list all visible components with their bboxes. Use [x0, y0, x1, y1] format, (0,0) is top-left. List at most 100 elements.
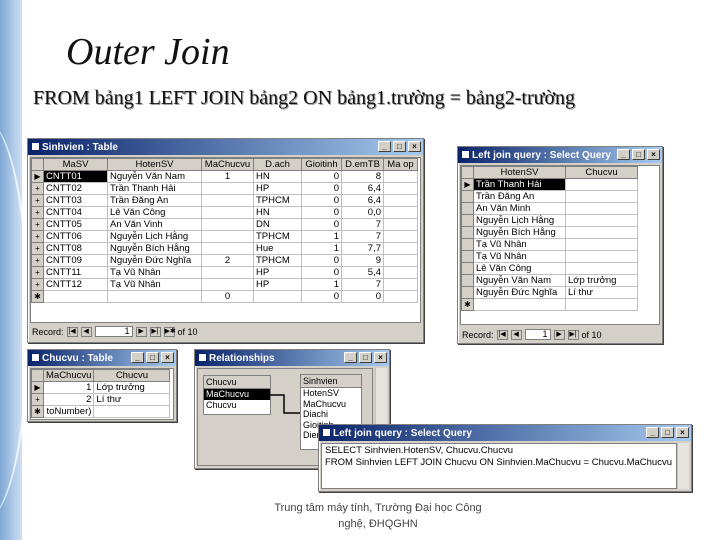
left-join-datasheet[interactable]: HotenSV Chucvu ▶ Trần Thanh Hải Trần Đăng …	[460, 165, 660, 325]
row-selector[interactable]: +	[31, 393, 44, 406]
cell-gioitinh[interactable]: 0	[301, 170, 342, 183]
cell-masv[interactable]: CNTT02	[43, 182, 108, 195]
next-record-button[interactable]: ▶	[553, 329, 565, 340]
cell-masv[interactable]: CNTT05	[43, 218, 108, 231]
cell-gioitinh[interactable]: 0	[301, 290, 342, 303]
table-row[interactable]: ✱ 0 0 0	[31, 290, 418, 303]
field-item[interactable]: MaChucvu	[301, 399, 361, 410]
row-selector[interactable]	[461, 274, 474, 287]
cell-hotensv[interactable]: Trần Đăng An	[107, 194, 202, 207]
row-selector[interactable]	[461, 262, 474, 275]
table-row[interactable]: Tạ Vũ Nhân	[461, 250, 638, 263]
cell-malop[interactable]	[383, 182, 418, 195]
cell-machucvu[interactable]	[201, 242, 254, 255]
row-selector[interactable]: +	[31, 182, 44, 195]
record-number-input[interactable]: 1	[524, 329, 551, 340]
cell-chucvu[interactable]: Lí thư	[565, 286, 638, 299]
table-row[interactable]: Lê Văn Công	[461, 262, 638, 275]
new-record-button[interactable]: ▶✱	[163, 326, 176, 337]
table-row[interactable]: +2 Lí thư	[31, 393, 171, 406]
cell-masv[interactable]: CNTT04	[43, 206, 108, 219]
row-selector[interactable]: +	[31, 266, 44, 279]
cell-hotensv[interactable]: Nguyễn Lịch Hằng	[107, 230, 202, 243]
cell-machucvu[interactable]	[201, 206, 254, 219]
record-number-input[interactable]: 1	[94, 326, 133, 337]
table-row[interactable]: Tạ Vũ Nhân	[461, 238, 638, 251]
cell-malop[interactable]	[383, 254, 418, 267]
cell-diachi[interactable]: HP	[253, 266, 302, 279]
cell-malop[interactable]	[383, 278, 418, 291]
table-row[interactable]: + CNTT08 Nguyễn Bích Hằng Hue 1 7,7	[31, 242, 418, 255]
field-list-title[interactable]: Chucvu	[204, 376, 270, 389]
row-selector[interactable]	[461, 226, 474, 239]
cell-chucvu[interactable]: Lớp trưởng	[93, 381, 171, 394]
row-selector[interactable]	[461, 286, 474, 299]
sinhvien-titlebar[interactable]: Sinhvien : Table _ □ ×	[28, 139, 423, 155]
table-row[interactable]: + CNTT06 Nguyễn Lịch Hằng TPHCM 1 7	[31, 230, 418, 243]
minimize-button[interactable]: _	[344, 352, 357, 363]
cell-hotensv[interactable]: Nguyễn Văn Nam	[107, 170, 202, 183]
table-row[interactable]: An Văn Minh	[461, 202, 638, 215]
cell-hotensv[interactable]: Tạ Vũ Nhân	[107, 266, 202, 279]
table-row[interactable]: + CNTT04 Lê Văn Công HN 0 0,0	[31, 206, 418, 219]
close-button[interactable]: ×	[647, 149, 660, 160]
cell-gioitinh[interactable]: 0	[301, 254, 342, 267]
row-selector[interactable]	[461, 250, 474, 263]
cell-machucvu[interactable]	[201, 266, 254, 279]
cell-masv[interactable]: CNTT01	[43, 170, 108, 183]
minimize-button[interactable]: _	[646, 427, 659, 438]
field-item[interactable]: Diachi	[301, 409, 361, 420]
table-row[interactable]: Nguyễn Bích Hằng	[461, 226, 638, 239]
cell-masv[interactable]: CNTT11	[43, 266, 108, 279]
cell-hotensv[interactable]: Trần Đăng An	[473, 190, 566, 203]
cell-machucvu[interactable]: toNumber)	[42, 405, 95, 418]
first-record-button[interactable]: |◀	[496, 329, 508, 340]
prev-record-button[interactable]: ◀	[510, 329, 522, 340]
cell-diemtb[interactable]: 7	[341, 218, 384, 231]
table-row[interactable]: + CNTT05 An Văn Vinh DN 0 7	[31, 218, 418, 231]
cell-diachi[interactable]: Hue	[253, 242, 302, 255]
cell-gioitinh[interactable]: 0	[301, 218, 342, 231]
chucvu-datasheet[interactable]: MaChucvu Chucvu ▶ 1 Lớp trưởng +2 Lí thư ✱ toN…	[30, 368, 174, 420]
cell-diachi[interactable]: HP	[253, 278, 302, 291]
table-row[interactable]: + CNTT03 Trần Đăng An TPHCM 0 6,4	[31, 194, 418, 207]
cell-hotensv[interactable]: Nguyễn Văn Nam	[473, 274, 566, 287]
cell-machucvu[interactable]: 0	[201, 290, 254, 303]
row-selector[interactable]: +	[31, 230, 44, 243]
cell-diachi[interactable]: HP	[253, 182, 302, 195]
cell-machucvu[interactable]	[201, 278, 254, 291]
last-record-button[interactable]: ▶|	[149, 326, 161, 337]
row-selector[interactable]: +	[31, 242, 44, 255]
row-selector[interactable]: +	[31, 254, 44, 267]
cell-hotensv[interactable]: Tạ Vũ Nhân	[473, 238, 566, 251]
cell-diachi[interactable]: TPHCM	[253, 194, 302, 207]
cell-diemtb[interactable]: 7	[341, 278, 384, 291]
cell-machucvu[interactable]: 1	[42, 381, 95, 394]
row-selector[interactable]: ▶	[31, 170, 44, 183]
cell-diachi[interactable]: HN	[253, 206, 302, 219]
row-selector[interactable]: +	[31, 278, 44, 291]
column-header[interactable]: Chucvu	[93, 369, 171, 382]
cell-machucvu[interactable]	[201, 218, 254, 231]
column-header[interactable]: Gioitinh	[301, 158, 342, 171]
cell-masv[interactable]: CNTT12	[43, 278, 108, 291]
table-row[interactable]: ▶ 1 Lớp trưởng	[31, 381, 171, 394]
minimize-button[interactable]: _	[131, 352, 144, 363]
cell-diachi[interactable]: HN	[253, 170, 302, 183]
minimize-button[interactable]: _	[378, 141, 391, 152]
column-header[interactable]: MaSV	[43, 158, 108, 171]
column-header[interactable]: D.emTB	[341, 158, 384, 171]
row-selector[interactable]: ▶	[461, 178, 474, 191]
cell-diachi[interactable]: TPHCM	[253, 230, 302, 243]
cell-diachi[interactable]	[253, 290, 302, 303]
field-item[interactable]: Chucvu	[204, 400, 270, 411]
cell-chucvu[interactable]	[565, 178, 638, 191]
column-header[interactable]: HotenSV	[473, 166, 566, 179]
cell-hotensv[interactable]: An Văn Minh	[473, 202, 566, 215]
table-row[interactable]: Nguyễn Lịch Hằng	[461, 214, 638, 227]
cell-chucvu[interactable]: Lớp trưởng	[565, 274, 638, 287]
cell-diemtb[interactable]: 0,0	[341, 206, 384, 219]
table-row[interactable]: Nguyễn Văn Nam Lớp trưởng	[461, 274, 638, 287]
cell-chucvu[interactable]: Lí thư	[93, 393, 171, 406]
cell-chucvu[interactable]	[565, 298, 638, 311]
